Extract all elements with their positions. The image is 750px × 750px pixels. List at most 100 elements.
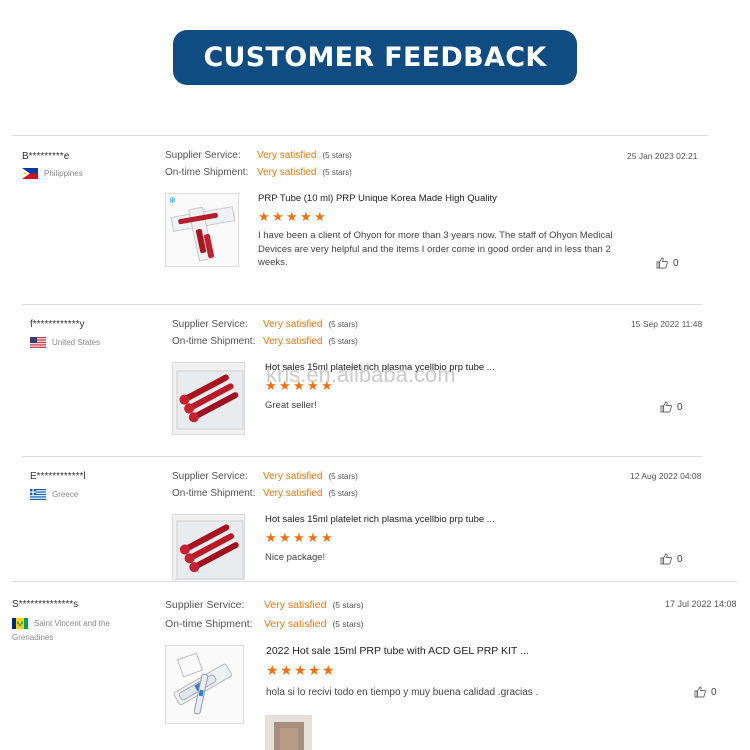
ontime-shipment-row: On-time Shipment: Very satisfied (5 star… — [172, 336, 358, 347]
review-rating: ★ ★ ★ ★ ★ — [266, 662, 335, 678]
prp-tube-product-image — [176, 520, 244, 579]
star-icon: ★ — [307, 378, 319, 393]
thumbs-up-icon — [660, 401, 672, 413]
ontime-shipment-row: On-time Shipment: Very satisfied (5 star… — [172, 488, 358, 499]
star-icon: ★ — [321, 530, 333, 545]
product-title-link[interactable]: Hot sales 15ml platelet rich plasma ycel… — [265, 514, 495, 525]
supplier-service-row: Supplier Service: Very satisfied (5 star… — [172, 471, 358, 482]
buyer-country: Philippines — [22, 167, 142, 181]
like-count: 0 — [677, 553, 683, 565]
star-icon: ★ — [308, 662, 321, 678]
review-rating: ★ ★ ★ ★ ★ — [265, 530, 333, 545]
star-icon: ★ — [294, 662, 307, 678]
product-thumbnail[interactable]: ✻ — [165, 193, 239, 267]
ontime-shipment-label: On-time Shipment: — [165, 618, 253, 630]
supplier-service-value: Very satisfied — [263, 319, 323, 330]
buyer-country: Greece — [30, 488, 150, 502]
country-label: Philippines — [44, 169, 83, 178]
buyer-name: B*********e — [22, 151, 70, 162]
star-icon: ★ — [279, 530, 291, 545]
ontime-shipment-row: On-time Shipment: Very satisfied (5 star… — [165, 167, 352, 178]
star-icon: ★ — [314, 209, 326, 224]
ontime-shipment-value: Very satisfied — [263, 336, 323, 347]
product-thumbnail[interactable] — [172, 514, 245, 580]
ontime-shipment-stars: (5 stars) — [322, 168, 352, 177]
divider — [22, 456, 702, 457]
product-thumbnail[interactable] — [172, 362, 245, 435]
ontime-shipment-value: Very satisfied — [257, 167, 317, 178]
supplier-service-row: Supplier Service: Very satisfied (5 star… — [165, 150, 352, 161]
supplier-service-row: Supplier Service: Very satisfied (5 star… — [172, 319, 358, 330]
like-count: 0 — [677, 401, 683, 413]
star-icon: ★ — [280, 662, 293, 678]
supplier-service-label: Supplier Service: — [165, 150, 241, 161]
supplier-service-row: Supplier Service: Very satisfied (5 star… — [165, 599, 364, 611]
country-label: United States — [52, 338, 101, 347]
ontime-shipment-stars: (5 stars) — [328, 337, 358, 346]
buyer-name: f************y — [30, 319, 85, 330]
ontime-shipment-stars: (5 stars) — [328, 489, 358, 498]
prp-kit-product-image — [173, 652, 233, 715]
supplier-service-stars: (5 stars) — [322, 151, 352, 160]
thumbs-up-icon — [656, 257, 668, 269]
star-icon: ★ — [279, 378, 291, 393]
buyer-country: Saint Vincent and the Grenadines — [12, 617, 152, 645]
review-rating: ★ ★ ★ ★ ★ — [265, 378, 333, 393]
svg-text:✻: ✻ — [169, 196, 176, 205]
prp-tube-product-image: ✻ — [169, 196, 236, 262]
like-button[interactable]: 0 — [694, 686, 717, 698]
review-date: 25 Jan 2023 02:21 — [627, 151, 698, 161]
supplier-service-value: Very satisfied — [263, 471, 323, 482]
ontime-shipment-stars: (5 stars) — [332, 619, 364, 629]
thumbs-up-icon — [694, 686, 706, 698]
attached-photo-image — [274, 722, 304, 750]
supplier-service-label: Supplier Service: — [172, 471, 248, 482]
attached-photo-thumbnail[interactable] — [265, 715, 312, 750]
review-comment: Great seller! — [265, 400, 317, 411]
review-comment: I have been a client of Ohyon for more t… — [258, 230, 613, 268]
like-button[interactable]: 0 — [656, 257, 679, 269]
like-count: 0 — [711, 686, 717, 698]
star-icon: ★ — [322, 662, 335, 678]
supplier-service-stars: (5 stars) — [332, 600, 364, 610]
country-label: Greece — [52, 490, 79, 499]
product-title-link[interactable]: 2022 Hot sale 15ml PRP tube with ACD GEL… — [266, 645, 529, 657]
supplier-service-label: Supplier Service: — [165, 599, 245, 611]
star-icon: ★ — [272, 209, 284, 224]
supplier-service-value: Very satisfied — [264, 599, 327, 611]
ontime-shipment-row: On-time Shipment: Very satisfied (5 star… — [165, 618, 364, 630]
ontime-shipment-label: On-time Shipment: — [172, 488, 256, 499]
product-title-link[interactable]: PRP Tube (10 ml) PRP Unique Korea Made H… — [258, 193, 497, 204]
star-icon: ★ — [265, 530, 277, 545]
page-title-banner: CUSTOMER FEEDBACK — [173, 30, 577, 85]
product-title-link[interactable]: Hot sales 15ml platelet rich plasma ycel… — [265, 362, 495, 373]
review-date: 17 Jul 2022 14:08 — [665, 599, 737, 609]
thumbs-up-icon — [660, 553, 672, 565]
review-rating: ★ ★ ★ ★ ★ — [258, 209, 326, 224]
ontime-shipment-label: On-time Shipment: — [172, 336, 256, 347]
star-icon: ★ — [307, 530, 319, 545]
buyer-country: United States — [30, 336, 150, 350]
buyer-name: S**************s — [12, 599, 79, 610]
saint-vincent-flag-icon — [12, 618, 28, 629]
buyer-name: E************l — [30, 471, 86, 482]
star-icon: ★ — [265, 378, 277, 393]
star-icon: ★ — [293, 378, 305, 393]
like-button[interactable]: 0 — [660, 553, 683, 565]
prp-tube-product-image — [176, 370, 244, 430]
product-thumbnail[interactable] — [165, 645, 244, 724]
review-date: 12 Aug 2022 04:08 — [630, 471, 702, 481]
supplier-service-stars: (5 stars) — [328, 320, 358, 329]
star-icon: ★ — [293, 530, 305, 545]
star-icon: ★ — [286, 209, 298, 224]
review-date: 15 Sep 2022 11:48 — [631, 319, 703, 329]
divider — [12, 135, 708, 136]
divider — [22, 304, 702, 305]
review-comment: hola si lo recivi todo en tiempo y muy b… — [266, 687, 539, 698]
ontime-shipment-label: On-time Shipment: — [165, 167, 249, 178]
star-icon: ★ — [266, 662, 279, 678]
divider — [12, 581, 737, 582]
star-icon: ★ — [321, 378, 333, 393]
like-button[interactable]: 0 — [660, 401, 683, 413]
supplier-service-stars: (5 stars) — [328, 472, 358, 481]
